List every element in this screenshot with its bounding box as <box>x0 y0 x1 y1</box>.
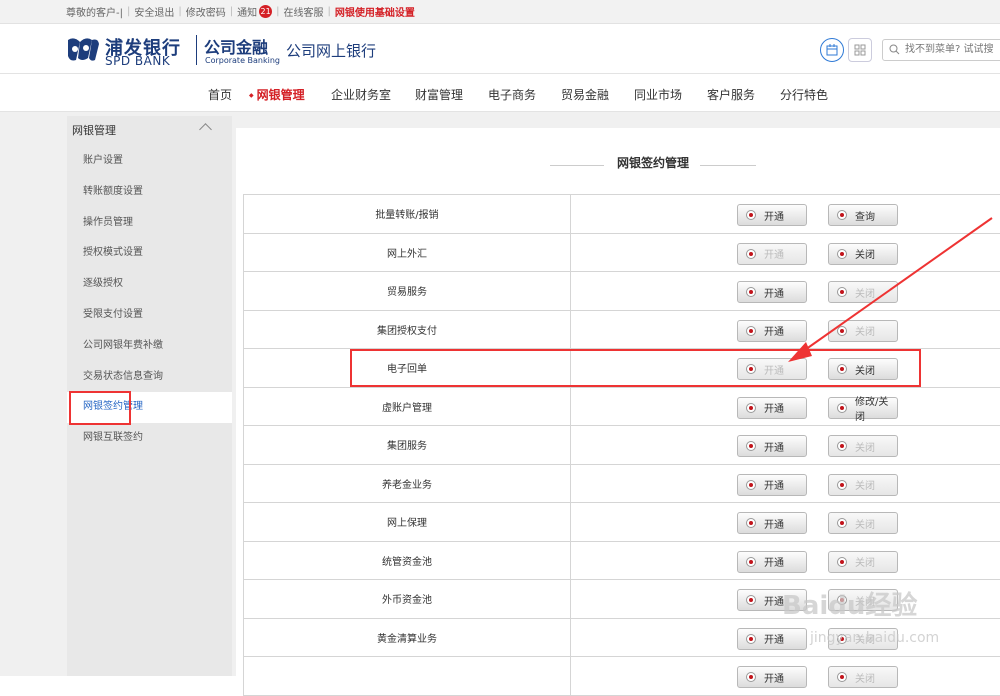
watermark-brand: Baidu经验 <box>782 591 918 621</box>
watermark-url: jingyan.baidu.com <box>810 630 940 646</box>
annotation-arrow <box>788 217 993 362</box>
